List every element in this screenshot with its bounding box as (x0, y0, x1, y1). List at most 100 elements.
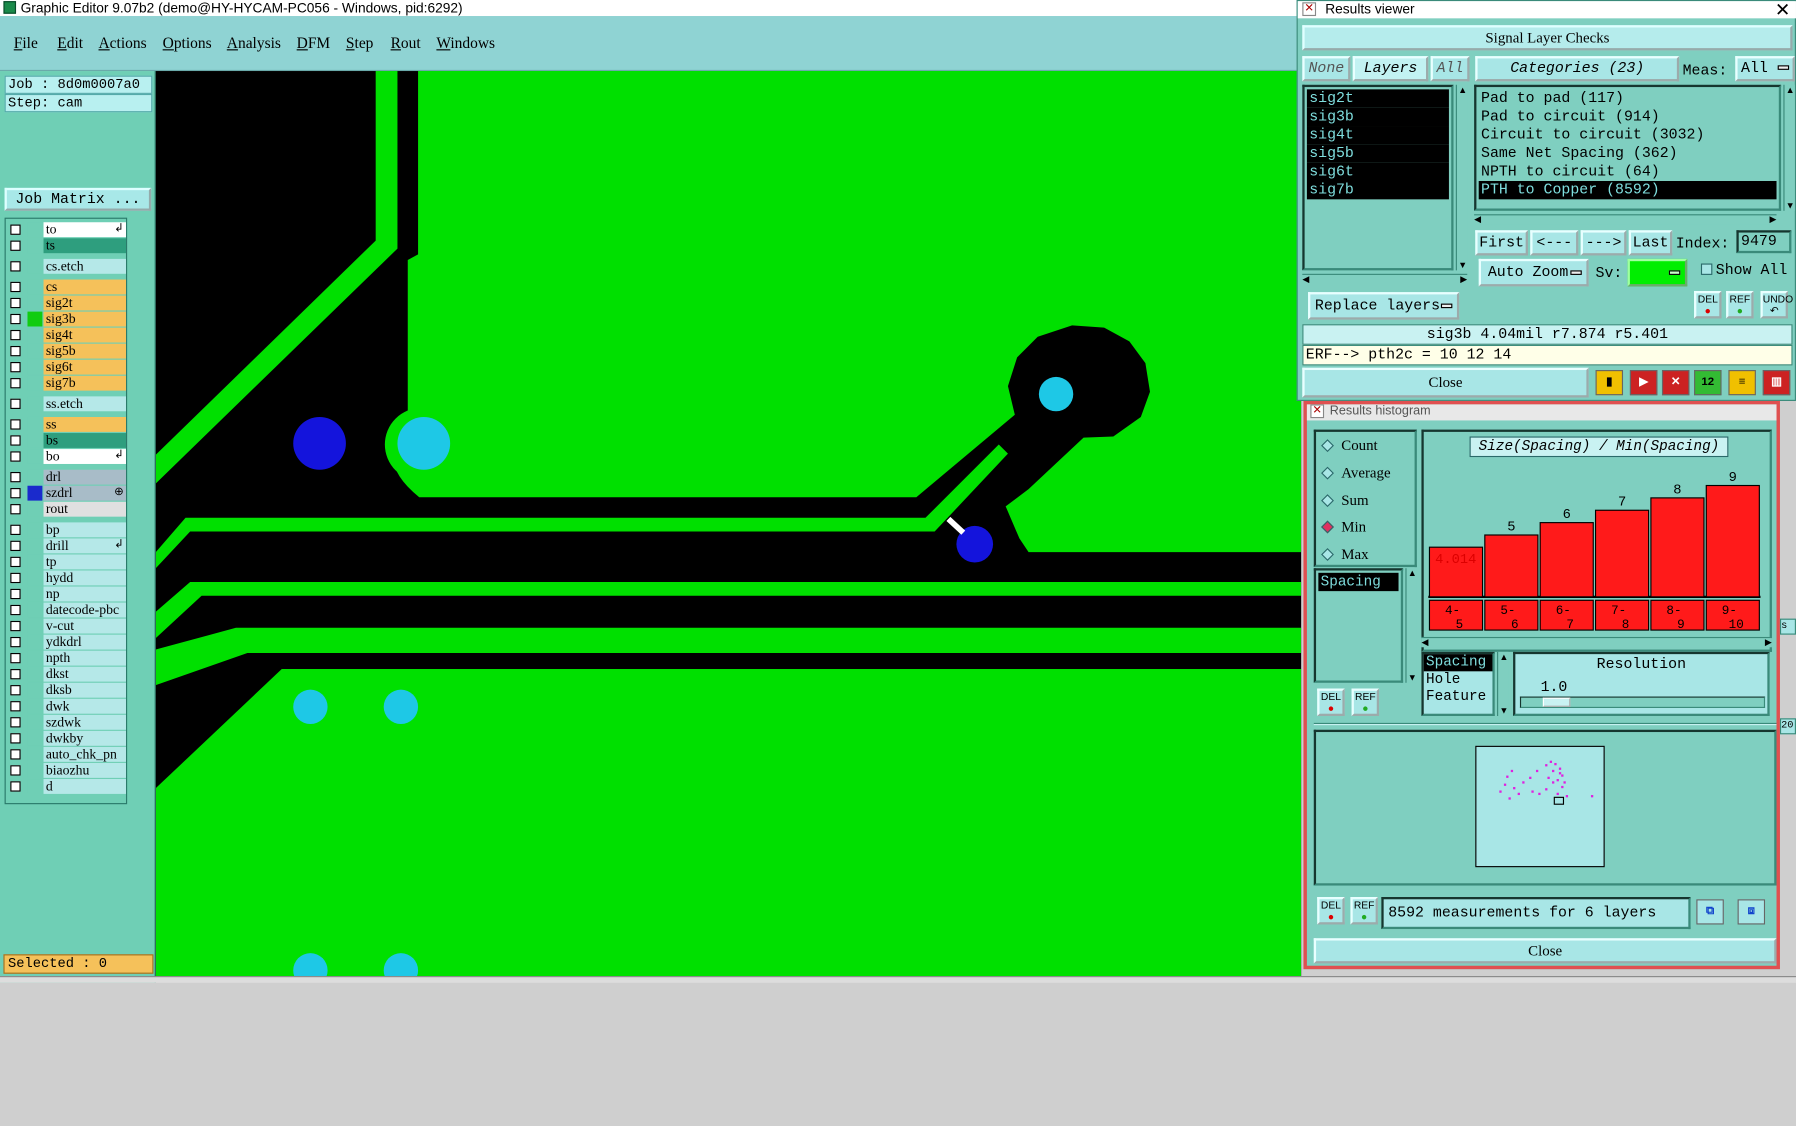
layer-display-swatch[interactable] (27, 469, 43, 485)
result-layer-item[interactable]: sig3b (1306, 107, 1449, 127)
layer-display-swatch[interactable] (27, 522, 43, 538)
layer-row[interactable]: v-cut (8, 618, 126, 634)
cross-tool-icon[interactable]: ✕ (1661, 370, 1690, 396)
layer-name[interactable]: ts (43, 238, 126, 254)
layer-name[interactable]: dwkby (43, 730, 126, 746)
layer-name[interactable]: ydkdrl (43, 634, 126, 650)
last-button[interactable]: Last (1628, 230, 1673, 256)
layer-display-swatch[interactable] (27, 666, 43, 682)
layer-row[interactable]: bo ↲ (8, 449, 126, 464)
layer-checkbox[interactable] (10, 620, 21, 632)
layer-row[interactable]: tp (8, 554, 126, 570)
layer-name[interactable]: szdwk (43, 714, 126, 730)
resolution-slider-thumb[interactable] (1542, 697, 1571, 707)
layer-display-swatch[interactable] (27, 359, 43, 375)
layer-display-swatch[interactable] (27, 238, 43, 254)
scroll-right-icon[interactable]: ▶ (1460, 274, 1467, 284)
category-item[interactable]: PTH to Copper (8592) (1478, 181, 1777, 200)
layer-checkbox[interactable] (10, 378, 21, 389)
categories-vscroll[interactable]: ▲ ▼ (1783, 84, 1795, 211)
scroll-left-icon[interactable]: ◀ (1302, 274, 1309, 284)
scroll-up-icon[interactable]: ▲ (1786, 85, 1795, 95)
layer-row[interactable]: auto_chk_pn (8, 746, 126, 762)
layer-checkbox[interactable] (10, 765, 21, 776)
layer-display-swatch[interactable] (27, 449, 43, 464)
layer-display-swatch[interactable] (27, 698, 43, 714)
menu-step[interactable]: Step (346, 34, 374, 52)
layer-checkbox[interactable] (10, 749, 21, 760)
layer-row[interactable]: szdrl ⊕ (8, 485, 126, 501)
layer-checkbox[interactable] (10, 261, 21, 272)
layer-display-swatch[interactable] (27, 714, 43, 730)
layer-checkbox[interactable] (10, 240, 21, 251)
hist-refresh-button[interactable]: REF ● (1351, 688, 1380, 716)
layer-display-swatch[interactable] (27, 222, 43, 238)
layer-display-swatch[interactable] (27, 258, 43, 274)
all-layers-button[interactable]: All (1430, 56, 1470, 82)
layer-checkbox[interactable] (10, 281, 21, 293)
layer-checkbox[interactable] (10, 451, 21, 462)
layer-display-swatch[interactable] (27, 762, 43, 778)
histogram-bar[interactable] (1705, 484, 1760, 598)
delete-result-button[interactable]: DEL ● (1694, 290, 1722, 319)
category-item[interactable]: Pad to circuit (914) (1479, 108, 1777, 126)
layers-button[interactable]: Layers (1352, 56, 1429, 82)
layer-row[interactable]: hydd (8, 570, 126, 586)
attr-item-spacing[interactable]: Spacing (1423, 654, 1493, 672)
category-item[interactable]: Pad to pad (117) (1479, 89, 1777, 107)
replace-layers-dropdown[interactable]: Replace layers (1308, 292, 1460, 320)
index-field[interactable]: 9479 (1736, 230, 1792, 254)
category-item[interactable]: Same Net Spacing (362) (1479, 144, 1777, 162)
result-layer-item[interactable]: sig2t (1306, 89, 1449, 108)
category-item[interactable]: Circuit to circuit (3032) (1479, 126, 1777, 144)
zoom-out-region-icon[interactable]: ⧈ (1737, 899, 1766, 925)
layer-display-swatch[interactable] (27, 570, 43, 586)
layer-row[interactable]: datecode-pbc (8, 602, 126, 618)
layer-checkbox[interactable] (10, 224, 21, 235)
scroll-up-icon[interactable]: ▲ (1499, 652, 1508, 662)
layer-checkbox[interactable] (10, 604, 21, 616)
layer-row[interactable]: drill ↲ (8, 538, 126, 554)
layer-name[interactable]: tp (43, 554, 126, 570)
layer-name[interactable]: sig3b (43, 311, 126, 327)
layer-name[interactable]: drl (43, 469, 126, 485)
layer-display-swatch[interactable] (27, 730, 43, 746)
layer-display-swatch[interactable] (27, 311, 43, 327)
layer-row[interactable]: ss.etch (8, 396, 126, 412)
layer-checkbox[interactable] (10, 556, 21, 568)
layer-display-swatch[interactable] (27, 602, 43, 618)
histogram-hscroll[interactable]: ◀ ▶ (1421, 636, 1772, 648)
layer-row[interactable]: ts (8, 238, 126, 254)
measurement-overview-map[interactable] (1475, 745, 1605, 868)
highlight-tool-icon[interactable]: ▮ (1595, 370, 1624, 396)
result-layer-item[interactable]: sig6t (1306, 162, 1449, 182)
layer-checkbox[interactable] (10, 329, 21, 341)
layer-display-swatch[interactable] (27, 618, 43, 634)
meas-dropdown[interactable]: All (1735, 56, 1795, 82)
layer-name[interactable]: d (43, 779, 126, 794)
navigate-tool-icon[interactable]: ▶ (1629, 370, 1658, 396)
window-menu-icon[interactable]: ✕ (1302, 2, 1317, 17)
layer-row[interactable]: dksb (8, 682, 126, 698)
histogram-tool-icon[interactable]: ▥ (1762, 370, 1791, 396)
layers-vscroll[interactable]: ▲ ▼ (1455, 84, 1468, 271)
layer-display-swatch[interactable] (27, 682, 43, 698)
histogram-bar[interactable] (1594, 509, 1650, 598)
stat-option-min[interactable]: Min (1321, 518, 1366, 536)
none-button[interactable]: None (1302, 56, 1351, 82)
histogram-close-button[interactable]: Close (1313, 938, 1777, 964)
layer-checkbox[interactable] (10, 733, 21, 744)
layer-checkbox[interactable] (10, 504, 21, 515)
scroll-up-icon[interactable]: ▲ (1408, 568, 1417, 578)
layer-checkbox[interactable] (10, 435, 21, 446)
layer-display-swatch[interactable] (27, 554, 43, 570)
result-layer-item[interactable]: sig7b (1306, 181, 1449, 200)
layer-row[interactable]: szdwk (8, 714, 126, 730)
layer-display-swatch[interactable] (27, 396, 43, 412)
layer-name[interactable]: bp (43, 522, 126, 538)
layer-checkbox[interactable] (10, 717, 21, 728)
first-button[interactable]: First (1475, 230, 1528, 256)
layer-name[interactable]: sig7b (43, 375, 126, 391)
layer-display-swatch[interactable] (27, 375, 43, 391)
hist-delete-button[interactable]: DEL ● (1317, 688, 1345, 716)
